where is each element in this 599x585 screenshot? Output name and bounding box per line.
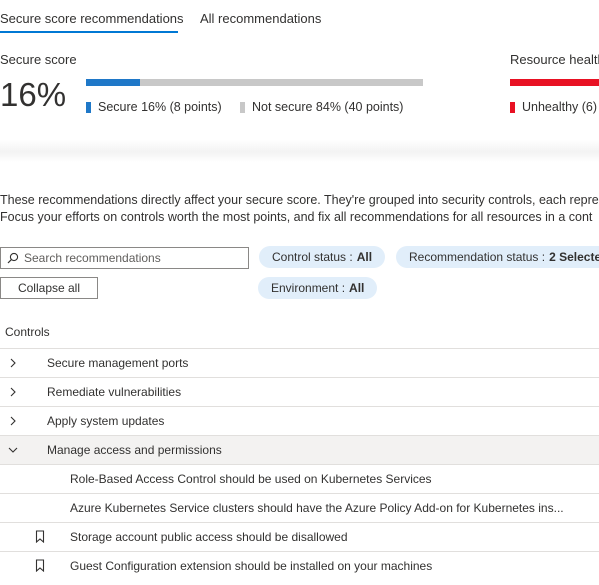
tab-bar: Secure score recommendations All recomme… — [0, 0, 599, 36]
recommendation-label: Storage account public access should be … — [70, 530, 348, 544]
environment-filter-name: Environment : — [271, 281, 346, 295]
control-label: Remediate vulnerabilities — [47, 385, 182, 399]
search-box — [0, 247, 249, 269]
recommendation-row[interactable]: Azure Kubernetes Service clusters should… — [0, 493, 599, 522]
recommendation-status-filter[interactable]: Recommendation status : 2 Selected — [396, 246, 599, 268]
bookmark-icon — [35, 530, 45, 543]
chevron-right-icon[interactable] — [8, 358, 18, 368]
chevron-right-icon[interactable] — [8, 416, 18, 426]
not-secure-swatch — [240, 101, 245, 113]
recommendation-label: Azure Kubernetes Service clusters should… — [70, 501, 564, 515]
tab-secure-score-recommendations[interactable]: Secure score recommendations — [0, 11, 184, 26]
section-divider — [0, 140, 599, 162]
control-label: Manage access and permissions — [47, 443, 222, 457]
recommendation-label: Role-Based Access Control should be used… — [70, 472, 432, 486]
unhealthy-swatch — [510, 101, 515, 113]
control-status-filter-name: Control status : — [272, 250, 353, 264]
recommendations-description: These recommendations directly affect yo… — [0, 192, 599, 226]
control-label: Apply system updates — [47, 414, 165, 428]
recommendation-status-filter-name: Recommendation status : — [409, 250, 546, 264]
legend-not-secure-label: Not secure 84% (40 points) — [252, 100, 404, 114]
legend-unhealthy-label: Unhealthy (6) — [522, 100, 598, 114]
active-tab-underline — [0, 31, 178, 33]
description-line-2: Focus your efforts on controls worth the… — [0, 210, 593, 224]
description-line-1: These recommendations directly affect yo… — [0, 193, 599, 207]
resource-health-label: Resource health — [510, 52, 599, 67]
legend-secure-label: Secure 16% (8 points) — [98, 100, 222, 114]
legend-secure: Secure 16% (8 points) — [86, 100, 222, 114]
controls-column-header: Controls — [5, 325, 50, 339]
secure-score-value: 16% — [0, 76, 67, 113]
secure-score-bar-fill — [86, 79, 140, 86]
bookmark-icon — [35, 559, 45, 572]
collapse-all-button[interactable]: Collapse all — [0, 277, 98, 299]
resource-health-bar — [510, 79, 599, 86]
environment-filter-value: All — [349, 281, 365, 295]
search-icon — [7, 252, 19, 264]
control-status-filter-value: All — [356, 250, 373, 264]
search-input[interactable] — [24, 251, 244, 265]
control-row-remediate-vulnerabilities[interactable]: Remediate vulnerabilities — [0, 377, 599, 406]
environment-filter[interactable]: Environment : All — [258, 277, 378, 299]
secure-score-label: Secure score — [0, 52, 77, 67]
chevron-down-icon[interactable] — [8, 445, 18, 455]
recommendation-label: Guest Configuration extension should be … — [70, 559, 433, 573]
chevron-right-icon[interactable] — [8, 387, 18, 397]
legend-unhealthy: Unhealthy (6) — [510, 100, 597, 114]
legend-not-secure: Not secure 84% (40 points) — [240, 100, 403, 114]
control-status-filter[interactable]: Control status : All — [259, 246, 386, 268]
recommendation-row[interactable]: Role-Based Access Control should be used… — [0, 464, 599, 493]
control-row-manage-access-and-permissions[interactable]: Manage access and permissions — [0, 435, 599, 464]
recommendation-row[interactable]: Guest Configuration extension should be … — [0, 551, 599, 580]
secure-swatch — [86, 101, 91, 113]
control-row-secure-management-ports[interactable]: Secure management ports — [0, 348, 599, 377]
tab-all-recommendations[interactable]: All recommendations — [200, 11, 321, 26]
control-label: Secure management ports — [47, 356, 189, 370]
recommendation-status-filter-value: 2 Selected — [549, 250, 599, 264]
controls-list: Secure management ports Remediate vulner… — [0, 348, 599, 580]
control-row-apply-system-updates[interactable]: Apply system updates — [0, 406, 599, 435]
secure-score-bar — [86, 79, 423, 86]
recommendation-row[interactable]: Storage account public access should be … — [0, 522, 599, 551]
